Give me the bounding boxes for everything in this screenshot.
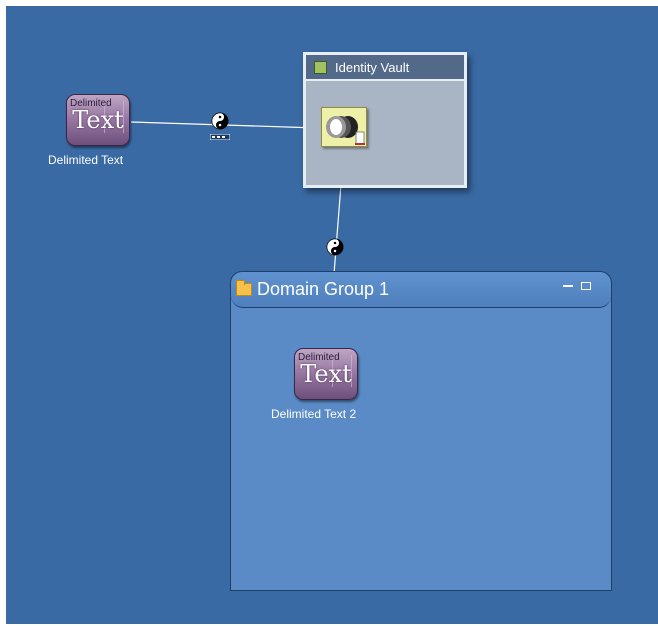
yin-yang-icon[interactable] <box>211 112 229 130</box>
designer-canvas[interactable]: Delimited Text Delimited Text Identity V… <box>6 6 658 624</box>
identity-vault-title: Identity Vault <box>335 59 410 75</box>
delimited-text-2-label[interactable]: Delimited Text 2 <box>271 407 356 421</box>
maximize-icon[interactable] <box>581 282 591 290</box>
minimize-icon[interactable] <box>563 285 573 287</box>
domain-group-header[interactable]: Domain Group 1 <box>231 272 611 308</box>
icon-big-text: Text <box>300 360 352 388</box>
delimited-text-2-icon[interactable]: Delimited Text <box>294 348 358 400</box>
header-divider <box>306 79 464 81</box>
identity-vault-node-icon[interactable] <box>321 107 367 147</box>
identity-vault-panel[interactable]: Identity Vault <box>303 52 467 188</box>
identity-vault-icon <box>314 60 327 74</box>
icon-big-text: Text <box>72 106 124 134</box>
driver-status-icon <box>210 134 230 140</box>
yin-yang-icon[interactable] <box>326 238 344 256</box>
domain-group-panel[interactable]: Domain Group 1 <box>230 271 612 591</box>
delimited-text-label[interactable]: Delimited Text <box>48 153 123 167</box>
domain-group-title: Domain Group 1 <box>257 279 390 299</box>
folder-icon <box>236 280 252 296</box>
vault-cylinder-glyph <box>326 116 365 145</box>
delimited-text-icon[interactable]: Delimited Text <box>66 94 130 146</box>
identity-vault-header[interactable]: Identity Vault <box>306 55 464 79</box>
